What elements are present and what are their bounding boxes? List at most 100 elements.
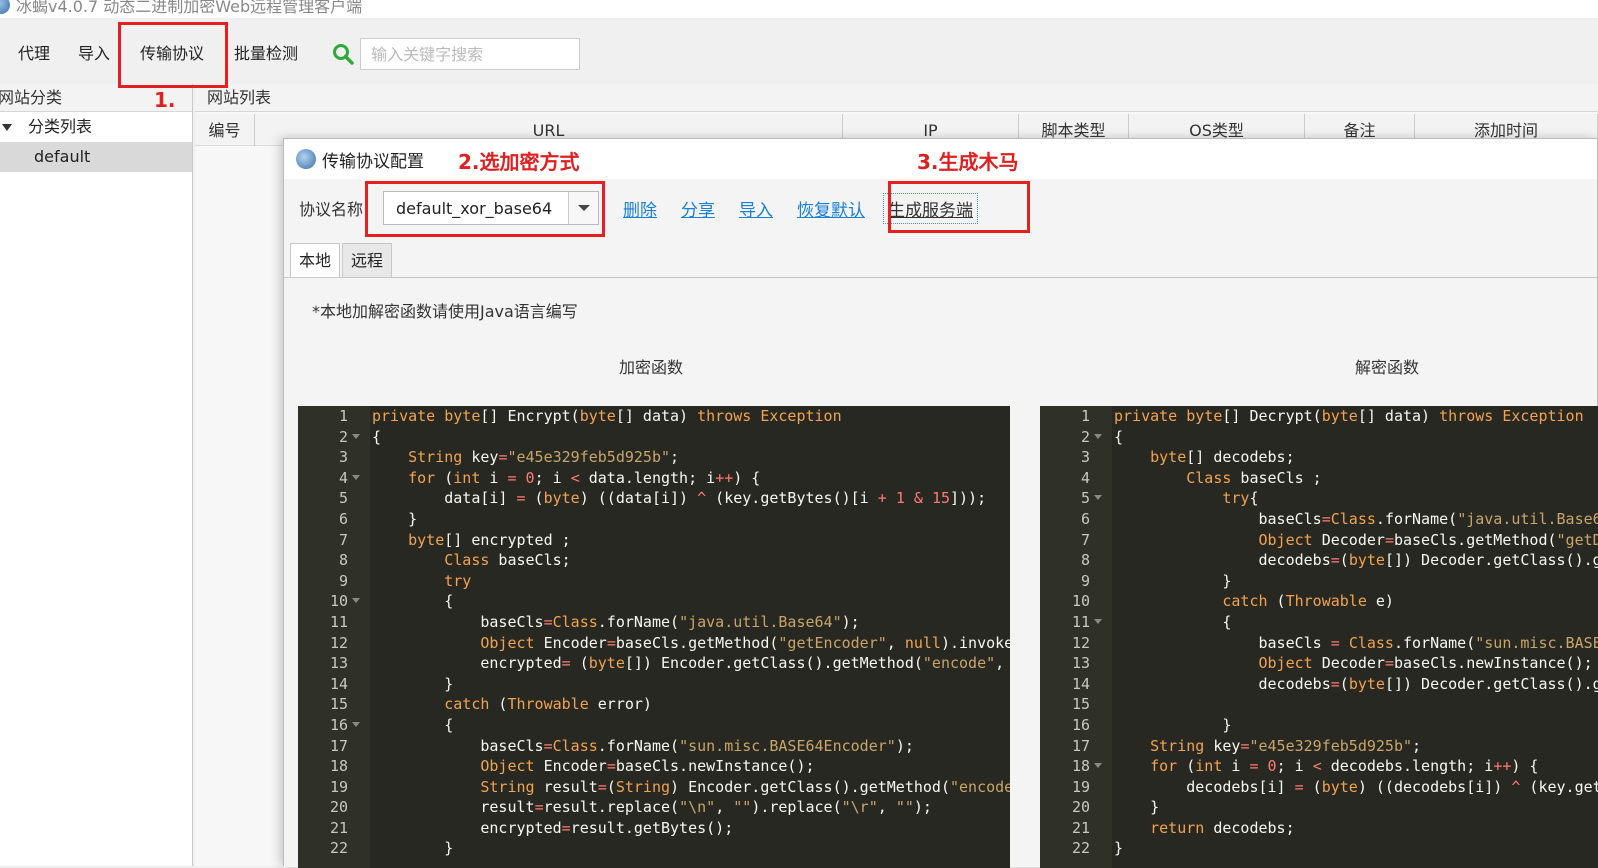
dialog-app-icon (296, 149, 316, 169)
line-number: 18 (1071, 757, 1090, 776)
annotation-step2: 2.选加密方式 (458, 150, 580, 174)
fold-arrow-icon[interactable] (1094, 495, 1102, 501)
line-number: 3 (1080, 448, 1090, 467)
tab-local[interactable]: 本地 (290, 243, 341, 277)
line-number: 20 (329, 798, 348, 817)
code-text: Object Encoder=baseCls.getMethod("getEnc… (480, 633, 1010, 652)
code-text: decodebs=(byte[]) Decoder.getClass().get… (1114, 674, 1598, 693)
code-text: return decodebs; (1150, 818, 1295, 837)
code-text: { (372, 592, 454, 611)
code-text: private byte[] Decrypt(byte[] data) thro… (1114, 407, 1584, 425)
code-text: for (int i = 0; i < decodebs.length; i++… (1150, 757, 1539, 776)
tab-bar: 本地 远程 (290, 243, 394, 277)
fold-arrow-icon[interactable] (352, 598, 360, 604)
code-text: try (444, 571, 472, 590)
restore-default-link[interactable]: 恢复默认 (797, 196, 865, 221)
search-icon[interactable] (332, 43, 354, 65)
code-text: baseCls=Class.forName("java.util.Base64"… (1114, 509, 1598, 528)
code-text: Object Decoder=baseCls.getMethod("getDec… (1258, 530, 1598, 549)
code-text: private byte[] Encrypt(byte[] data) thro… (372, 407, 842, 425)
line-number: 15 (1071, 695, 1090, 714)
line-number: 2 (338, 427, 348, 446)
line-number: 11 (1071, 612, 1090, 631)
line-number: 15 (329, 695, 348, 714)
code-text: String key="e45e329feb5d925b"; (1150, 736, 1422, 755)
code-text: } (1114, 798, 1160, 817)
line-number: 14 (1071, 674, 1090, 693)
line-number: 8 (1080, 551, 1090, 570)
code-text: Object Encoder=baseCls.newInstance(); (480, 757, 815, 776)
encrypt-code-editor[interactable]: 1 private byte[] Encrypt(byte[] data) thr… (298, 406, 1010, 868)
line-number: 1 (1080, 407, 1090, 425)
code-text: catch (Throwable error) (444, 695, 652, 714)
fold-arrow-icon[interactable] (352, 474, 360, 480)
tree-item-default[interactable]: default (0, 142, 192, 172)
code-text: for (int i = 0; i < data.length; i++) { (408, 468, 761, 487)
code-text: baseCls = Class.forName("sun.misc.BASE64… (1114, 633, 1598, 652)
tree-root-category-list[interactable]: 分类列表 (0, 112, 192, 142)
decrypt-code-editor[interactable]: 1 private byte[] Decrypt(byte[] data) thr… (1040, 406, 1598, 868)
line-number: 17 (329, 736, 348, 755)
line-number: 11 (329, 612, 348, 631)
line-number: 12 (329, 633, 348, 652)
line-number: 5 (338, 489, 348, 508)
line-number: 22 (329, 839, 348, 858)
line-number: 18 (329, 757, 348, 776)
line-number: 1 (338, 407, 348, 425)
menu-batch-check[interactable]: 批量检测 (220, 34, 312, 74)
line-number: 2 (1080, 427, 1090, 446)
code-text: baseCls=Class.forName("java.util.Base64"… (372, 612, 860, 631)
line-number: 9 (338, 571, 348, 590)
column-id[interactable]: 编号 (195, 114, 255, 146)
annotation-step1: 1. (154, 88, 176, 112)
fold-arrow-icon[interactable] (352, 721, 360, 727)
line-number: 8 (338, 551, 348, 570)
fold-arrow-icon[interactable] (352, 433, 360, 439)
code-text: { (1114, 427, 1124, 446)
line-number: 7 (1080, 530, 1090, 549)
import-link[interactable]: 导入 (739, 196, 773, 221)
site-list-header: 网站列表 (195, 84, 1598, 112)
fold-arrow-icon[interactable] (1094, 433, 1102, 439)
transport-protocol-dialog: 传输协议配置 协议名称 default_xor_base64 删除 分享 导入 … (283, 138, 1598, 868)
code-text: } (1114, 571, 1232, 590)
fold-arrow-icon[interactable] (1094, 763, 1102, 769)
code-text: data[i] = (byte) ((data[i]) ^ (key.getBy… (372, 489, 987, 508)
line-number: 20 (1071, 798, 1090, 817)
title-bar: 冰蝎v4.0.7 动态二进制加密Web远程管理客户端 (0, 0, 1598, 18)
dialog-title: 传输协议配置 (322, 151, 424, 172)
code-text: { (372, 715, 454, 734)
annotation-box-step1 (118, 22, 228, 88)
tab-remote[interactable]: 远程 (342, 243, 393, 277)
decrypt-function-label: 解密函数 (1355, 358, 1420, 377)
code-text: try{ (1222, 489, 1259, 508)
annotation-box-step2 (365, 181, 605, 237)
menu-bar: 代理 导入 传输协议 批量检测 (0, 34, 1598, 74)
search-input[interactable] (360, 38, 581, 70)
menu-import[interactable]: 导入 (64, 34, 124, 74)
menu-proxy[interactable]: 代理 (0, 34, 64, 74)
line-number: 13 (329, 654, 348, 673)
expand-arrow-icon[interactable] (2, 123, 12, 131)
code-text: catch (Throwable e) (1222, 592, 1394, 611)
share-link[interactable]: 分享 (681, 196, 715, 221)
line-number: 16 (329, 715, 348, 734)
app-logo-icon (0, 0, 10, 14)
line-number: 19 (1071, 777, 1090, 796)
line-number: 3 (338, 448, 348, 467)
category-panel: 网站分类 分类列表 default (0, 84, 193, 866)
line-number: 13 (1071, 654, 1090, 673)
java-note: *本地加解密函数请使用Java语言编写 (312, 302, 578, 321)
local-tab-content: *本地加解密函数请使用Java语言编写 加密函数 解密函数 1 private b… (284, 277, 1598, 868)
code-text: } (372, 674, 454, 693)
delete-link[interactable]: 删除 (623, 196, 657, 221)
line-number: 22 (1071, 839, 1090, 858)
line-number: 9 (1080, 571, 1090, 590)
code-text: Class baseCls; (444, 551, 571, 570)
line-number: 21 (329, 818, 348, 837)
fold-arrow-icon[interactable] (1094, 618, 1102, 624)
tree-root-label: 分类列表 (28, 117, 93, 136)
line-number: 17 (1071, 736, 1090, 755)
code-text: { (1114, 612, 1232, 631)
code-text: byte[] encrypted ; (408, 530, 571, 549)
